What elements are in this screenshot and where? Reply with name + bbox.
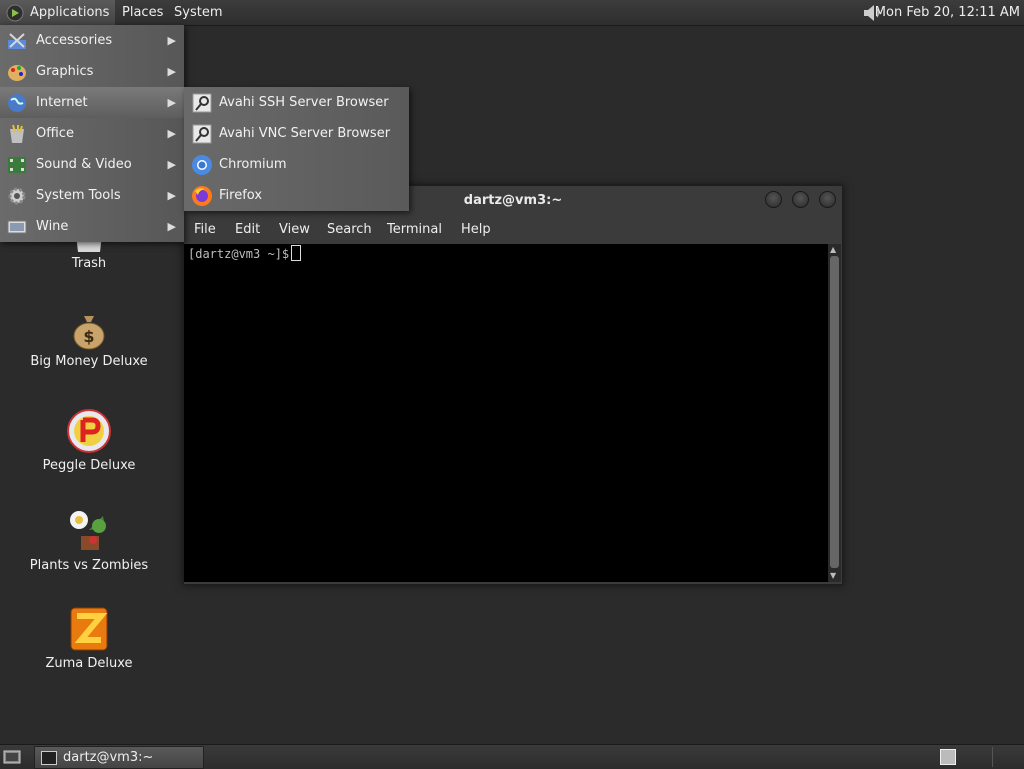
desktop-icon-label: Peggle Deluxe	[42, 458, 136, 473]
menu-edit[interactable]: Edit	[235, 216, 260, 244]
internet-icon	[8, 94, 26, 112]
terminal-window[interactable]: dartz@vm3:~ File Edit View Search Termin…	[183, 185, 843, 585]
maximize-button[interactable]	[792, 191, 809, 208]
terminal-output[interactable]: [dartz@vm3 ~]$	[184, 244, 828, 582]
chevron-right-icon: ▶	[167, 34, 176, 47]
menu-item-label: Sound & Video	[36, 157, 132, 172]
submenu-item-firefox[interactable]: Firefox	[184, 180, 409, 211]
submenu-item-label: Firefox	[219, 188, 263, 203]
network-browser-icon	[192, 93, 212, 113]
workspace-switcher-1[interactable]	[940, 749, 956, 765]
chevron-right-icon: ▶	[167, 96, 176, 109]
submenu-item-avahi-ssh[interactable]: Avahi SSH Server Browser	[184, 87, 409, 118]
menu-item-label: Wine	[36, 219, 69, 234]
terminal-prompt-line: [dartz@vm3 ~]$	[188, 245, 302, 261]
applications-label: Applications	[30, 5, 110, 20]
menu-item-graphics[interactable]: Graphics ▶	[0, 56, 184, 87]
menu-view[interactable]: View	[279, 216, 310, 244]
applications-menu-button[interactable]: Applications	[0, 0, 116, 25]
desktop-icon-label: Trash	[71, 256, 107, 271]
applications-dropdown: Accessories ▶ Graphics ▶ Internet ▶ Offi…	[0, 25, 184, 242]
zuma-icon	[70, 607, 108, 651]
close-button[interactable]	[819, 191, 836, 208]
clock[interactable]: Mon Feb 20, 12:11 AM	[875, 0, 1020, 25]
terminal-scrollbar[interactable]: ▲ ▼	[828, 244, 841, 582]
chevron-right-icon: ▶	[167, 220, 176, 233]
menu-item-label: Office	[36, 126, 74, 141]
menu-search[interactable]: Search	[327, 216, 372, 244]
submenu-item-label: Avahi SSH Server Browser	[219, 95, 389, 110]
gear-icon	[8, 187, 26, 205]
submenu-item-label: Avahi VNC Server Browser	[219, 126, 391, 141]
submenu-item-chromium[interactable]: Chromium	[184, 149, 409, 180]
taskbar-item-label: dartz@vm3:~	[63, 750, 154, 765]
desktop-icon-plants-vs-zombies[interactable]: Plants vs Zombies	[14, 506, 164, 573]
workspace-switcher-2[interactable]	[992, 747, 1023, 767]
wine-icon	[7, 220, 27, 234]
scroll-down-icon[interactable]: ▼	[830, 571, 836, 580]
office-icon	[10, 124, 24, 143]
chevron-right-icon: ▶	[167, 189, 176, 202]
top-panel: Applications Places System Mon Feb 20, 1…	[0, 0, 1024, 26]
chevron-right-icon: ▶	[167, 127, 176, 140]
peggle-icon	[67, 409, 111, 453]
sound-video-icon	[8, 157, 26, 173]
submenu-item-label: Chromium	[219, 157, 287, 172]
menu-item-internet[interactable]: Internet ▶	[0, 87, 184, 118]
menu-item-sound-video[interactable]: Sound & Video ▶	[0, 149, 184, 180]
submenu-item-avahi-vnc[interactable]: Avahi VNC Server Browser	[184, 118, 409, 149]
menu-terminal[interactable]: Terminal	[387, 216, 442, 244]
firefox-icon	[192, 186, 212, 206]
svg-text:$: $	[83, 327, 94, 346]
chromium-icon	[192, 155, 212, 175]
applications-logo-icon	[6, 4, 24, 22]
menu-item-label: System Tools	[36, 188, 121, 203]
menu-file[interactable]: File	[194, 216, 216, 244]
desktop-icon-label: Big Money Deluxe	[30, 354, 148, 369]
scroll-up-icon[interactable]: ▲	[830, 245, 836, 254]
menu-help[interactable]: Help	[461, 216, 491, 244]
text-cursor	[291, 245, 302, 261]
menu-item-accessories[interactable]: Accessories ▶	[0, 25, 184, 56]
taskbar-item-terminal[interactable]: dartz@vm3:~	[34, 746, 204, 769]
network-browser-icon	[192, 124, 212, 144]
desktop-icon-big-money[interactable]: $ Big Money Deluxe	[14, 310, 164, 369]
internet-submenu: Avahi SSH Server Browser Avahi VNC Serve…	[184, 87, 409, 211]
terminal-menubar: File Edit View Search Terminal Help	[184, 216, 842, 244]
prompt-text: [dartz@vm3 ~]$	[188, 247, 290, 261]
menu-item-office[interactable]: Office ▶	[0, 118, 184, 149]
menu-item-label: Accessories	[36, 33, 113, 48]
menu-item-system-tools[interactable]: System Tools ▶	[0, 180, 184, 211]
show-desktop-icon[interactable]	[3, 748, 21, 765]
terminal-icon	[41, 751, 57, 765]
scrollbar-thumb[interactable]	[830, 256, 839, 568]
chevron-right-icon: ▶	[167, 158, 176, 171]
menu-item-label: Internet	[36, 95, 88, 110]
plants-icon	[70, 511, 106, 550]
places-menu-button[interactable]: Places	[116, 0, 169, 25]
desktop-icon-label: Plants vs Zombies	[29, 558, 149, 573]
menu-item-label: Graphics	[36, 64, 94, 79]
chevron-right-icon: ▶	[167, 65, 176, 78]
graphics-icon	[8, 65, 26, 81]
desktop-icon-peggle[interactable]: Peggle Deluxe	[14, 408, 164, 473]
menu-item-wine[interactable]: Wine ▶	[0, 211, 184, 242]
accessories-icon	[8, 33, 26, 49]
minimize-button[interactable]	[765, 191, 782, 208]
money-bag-icon: $	[73, 316, 105, 350]
desktop-icon-zuma[interactable]: Zuma Deluxe	[14, 606, 164, 671]
desktop-icon-label: Zuma Deluxe	[45, 656, 133, 671]
bottom-panel: dartz@vm3:~	[0, 744, 1024, 769]
system-menu-button[interactable]: System	[168, 0, 228, 25]
